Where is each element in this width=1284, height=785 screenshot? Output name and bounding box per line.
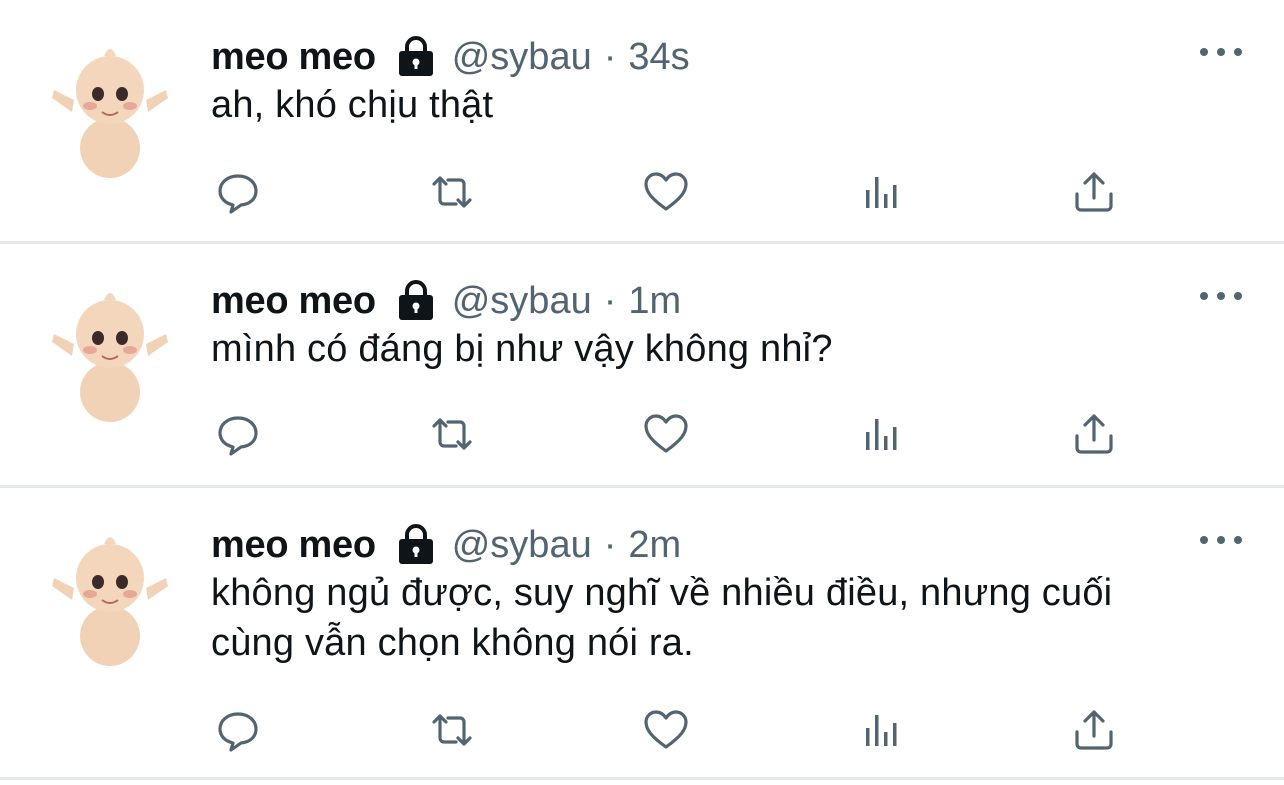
separator-dot: · xyxy=(603,280,617,322)
lock-icon xyxy=(396,524,436,566)
share-icon[interactable] xyxy=(1064,164,1124,220)
tweet-text-line: mình có đáng bị như vậy không nhỉ? xyxy=(211,328,833,370)
views-icon[interactable] xyxy=(851,702,911,758)
avatar[interactable] xyxy=(46,282,174,424)
tweet-header: meo meo @sybau · 34s xyxy=(211,32,690,82)
display-name[interactable]: meo meo xyxy=(211,276,376,326)
heart-icon[interactable] xyxy=(636,406,696,462)
user-handle[interactable]: @sybau xyxy=(452,32,592,82)
retweet-icon[interactable] xyxy=(422,406,482,462)
avatar[interactable] xyxy=(46,38,174,180)
avatar-image xyxy=(52,537,168,666)
retweet-icon[interactable] xyxy=(422,164,482,220)
tweet-actions xyxy=(0,702,1284,762)
tweet-header: meo meo @sybau · 2m xyxy=(211,520,681,570)
tweet-text: không ngủ được, suy nghĩ về nhiều điều, … xyxy=(211,568,1261,668)
tweet-text-line: không ngủ được, suy nghĩ về nhiều điều, … xyxy=(211,572,1113,614)
tweet-header: meo meo @sybau · 1m xyxy=(211,276,681,326)
retweet-icon[interactable] xyxy=(422,702,482,758)
tweet-text-line: cùng vẫn chọn không nói ra. xyxy=(211,622,694,664)
timestamp[interactable]: 1m xyxy=(628,276,681,326)
display-name[interactable]: meo meo xyxy=(211,520,376,570)
timeline-feed: meo meo @sybau · 34s ah, khó chịu thật m… xyxy=(0,0,1284,785)
share-icon[interactable] xyxy=(1064,702,1124,758)
reply-icon[interactable] xyxy=(208,702,268,758)
user-handle[interactable]: @sybau xyxy=(452,276,592,326)
separator-dot: · xyxy=(603,524,617,566)
reply-icon[interactable] xyxy=(208,406,268,462)
display-name[interactable]: meo meo xyxy=(211,32,376,82)
more-icon[interactable] xyxy=(1200,284,1242,308)
more-icon[interactable] xyxy=(1200,528,1242,552)
tweet-text: mình có đáng bị như vậy không nhỉ? xyxy=(211,324,1261,374)
tweet-actions xyxy=(0,164,1284,224)
tweet-text-line: ah, khó chịu thật xyxy=(211,84,494,126)
avatar-image xyxy=(52,293,168,422)
share-icon[interactable] xyxy=(1064,406,1124,462)
more-icon[interactable] xyxy=(1200,40,1242,64)
tweet[interactable]: meo meo @sybau · 2m không ngủ được, suy … xyxy=(0,488,1284,780)
heart-icon[interactable] xyxy=(636,702,696,758)
tweet-text: ah, khó chịu thật xyxy=(211,80,1261,130)
user-handle[interactable]: @sybau xyxy=(452,520,592,570)
views-icon[interactable] xyxy=(851,406,911,462)
heart-icon[interactable] xyxy=(636,164,696,220)
reply-icon[interactable] xyxy=(208,164,268,220)
tweet-actions xyxy=(0,406,1284,466)
timestamp[interactable]: 2m xyxy=(628,520,681,570)
tweet[interactable]: meo meo @sybau · 1m mình có đáng bị như … xyxy=(0,244,1284,488)
lock-icon xyxy=(396,36,436,78)
avatar[interactable] xyxy=(46,526,174,668)
separator-dot: · xyxy=(603,36,617,78)
lock-icon xyxy=(396,280,436,322)
timestamp[interactable]: 34s xyxy=(628,32,689,82)
avatar-image xyxy=(52,49,168,178)
tweet[interactable]: meo meo @sybau · 34s ah, khó chịu thật xyxy=(0,0,1284,244)
views-icon[interactable] xyxy=(851,164,911,220)
